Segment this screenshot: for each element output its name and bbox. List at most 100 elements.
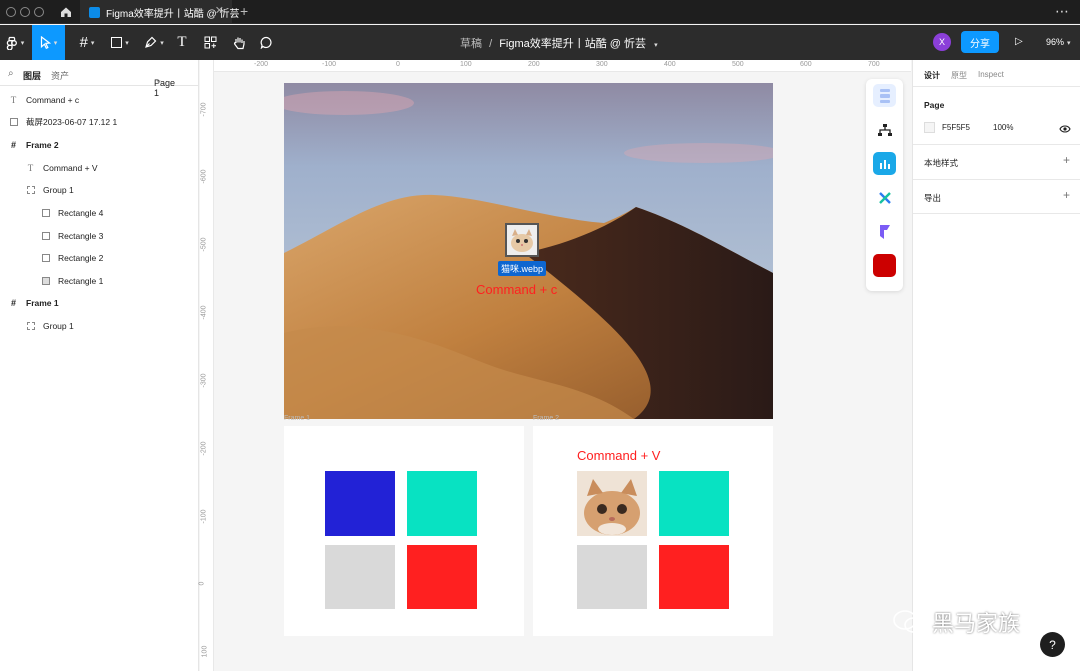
- pen-icon: [145, 36, 157, 48]
- add-style-plus-icon[interactable]: +: [1063, 153, 1070, 167]
- hierarchy-plugin-icon[interactable]: [873, 118, 896, 141]
- window-zoom-button[interactable]: [34, 7, 44, 17]
- new-tab-button[interactable]: +: [240, 3, 248, 19]
- blue-rectangle[interactable]: [325, 471, 395, 536]
- frame-icon: #: [79, 34, 88, 51]
- share-button[interactable]: 分享: [961, 31, 999, 53]
- avatar[interactable]: X: [933, 33, 951, 51]
- gray-rectangle[interactable]: [577, 545, 647, 609]
- window-minimize-button[interactable]: [20, 7, 30, 17]
- breadcrumb: 草稿 / Figma效率提升丨站酷 @ 忻芸 ▾: [460, 38, 658, 50]
- tab-layers[interactable]: 图层: [23, 69, 41, 82]
- frame-1-label[interactable]: Frame 1: [284, 415, 310, 422]
- cat-image-drag-preview[interactable]: [505, 223, 539, 257]
- layer-row[interactable]: 截屏2023-06-07 17.12 1: [8, 115, 117, 129]
- comment-icon: [260, 36, 272, 49]
- layer-row[interactable]: # Frame 1: [8, 296, 59, 310]
- breadcrumb-project[interactable]: 草稿: [460, 38, 482, 50]
- dragged-file-label: 猫咪.webp: [498, 261, 547, 276]
- f-plugin-icon[interactable]: [873, 220, 896, 243]
- rectangle-layer-icon: [40, 209, 51, 217]
- page-color-value[interactable]: F5F5F5: [942, 123, 970, 132]
- frame-layer-icon: #: [10, 298, 16, 308]
- main-menu-button[interactable]: ▾: [0, 25, 30, 60]
- layer-row[interactable]: Group 1: [25, 319, 74, 333]
- text-layer-icon: T: [10, 95, 17, 105]
- hand-tool-button[interactable]: [229, 25, 249, 60]
- search-icon[interactable]: ⌕: [8, 68, 14, 79]
- x-plugin-icon[interactable]: [873, 186, 896, 209]
- toolbar: ▾ ▾ # ▾ ▾ ▾ T 草稿 / Figma效率提升丨站酷 @ 忻芸 ▾: [0, 25, 1080, 60]
- cat-image-rectangle[interactable]: [577, 471, 647, 536]
- window-close-button[interactable]: [6, 7, 16, 17]
- resources-tool-button[interactable]: [200, 25, 220, 60]
- layers-panel: ⌕ 图层 资产 Page 1 ▾ T Command + c 截屏2023-06-0…: [0, 60, 199, 671]
- text-icon: T: [177, 34, 187, 50]
- page-color-swatch[interactable]: [924, 122, 935, 133]
- red-rectangle[interactable]: [407, 545, 477, 609]
- red-rectangle[interactable]: [659, 545, 729, 609]
- layer-row[interactable]: Rectangle 2: [40, 251, 103, 265]
- tab-inspect[interactable]: Inspect: [978, 70, 1004, 79]
- chart-plugin-icon[interactable]: [873, 152, 896, 175]
- breadcrumb-file-name[interactable]: Figma效率提升丨站酷 @ 忻芸: [499, 38, 646, 50]
- title-bar: Figma效率提升丨站酷 @ 忻芸 ✕ + ⋯: [0, 0, 1080, 24]
- frame-1[interactable]: [284, 426, 524, 636]
- wechat-icon: [893, 610, 924, 633]
- move-tool-button[interactable]: ▾: [32, 25, 65, 60]
- add-export-plus-icon[interactable]: +: [1063, 188, 1070, 202]
- shape-tool-button[interactable]: ▾: [105, 25, 135, 60]
- tab-design[interactable]: 设计: [924, 70, 940, 81]
- layer-row[interactable]: T Command + V: [25, 161, 98, 175]
- group-layer-icon: [25, 322, 36, 330]
- layout-plugin-icon[interactable]: [873, 84, 896, 107]
- pen-tool-button[interactable]: ▾: [139, 25, 169, 60]
- help-button[interactable]: ?: [1040, 632, 1065, 657]
- layer-row[interactable]: T Command + c: [8, 93, 79, 107]
- properties-panel: 设计 原型 Inspect Page F5F5F5 100% 本地样式 + 导出…: [912, 60, 1080, 671]
- image-layer-icon: [8, 118, 19, 126]
- gray-rectangle[interactable]: [325, 545, 395, 609]
- chevron-down-icon[interactable]: ▾: [654, 42, 658, 49]
- command-c-text[interactable]: Command + c: [476, 282, 557, 297]
- layer-row[interactable]: Rectangle 4: [40, 206, 103, 220]
- rectangle-layer-icon: [40, 232, 51, 240]
- resources-icon: [204, 36, 216, 49]
- present-play-icon[interactable]: ▷: [1015, 36, 1023, 47]
- layer-row[interactable]: Rectangle 1: [40, 274, 103, 288]
- frame-layer-icon: #: [10, 140, 16, 150]
- rectangle-layer-icon: [40, 254, 51, 262]
- zoom-level[interactable]: 96% ▾: [1046, 37, 1071, 47]
- tab-assets[interactable]: 资产: [51, 69, 69, 82]
- watermark: 黑马家族: [892, 606, 1020, 638]
- tab-prototype[interactable]: 原型: [951, 70, 967, 81]
- file-tab[interactable]: Figma效率提升丨站酷 @ 忻芸 ✕: [80, 0, 240, 24]
- page-opacity-value[interactable]: 100%: [993, 123, 1013, 132]
- layer-row[interactable]: Group 1: [25, 183, 74, 197]
- vertical-ruler: -700 -600 -500 -400 -300 -200 -100 0 100: [198, 60, 214, 671]
- text-layer-icon: T: [27, 163, 34, 173]
- image-layer-icon: [40, 277, 51, 285]
- page-section-title: Page: [924, 100, 945, 110]
- frame-tool-button[interactable]: # ▾: [72, 25, 102, 60]
- figma-file-icon: [89, 6, 100, 18]
- teal-rectangle[interactable]: [407, 471, 477, 536]
- cursor-icon: [40, 36, 51, 49]
- comment-tool-button[interactable]: [256, 25, 276, 60]
- more-options-icon[interactable]: ⋯: [1055, 3, 1070, 20]
- home-icon[interactable]: [55, 0, 77, 24]
- command-v-text[interactable]: Command + V: [577, 448, 660, 463]
- text-tool-button[interactable]: T: [172, 25, 192, 60]
- layer-row[interactable]: # Frame 2: [8, 138, 59, 152]
- horizontal-ruler: -200 -100 0 100 200 300 400 500 600 700: [214, 60, 911, 72]
- frame-2-label[interactable]: Frame 2: [533, 415, 559, 422]
- rectangle-icon: [111, 37, 123, 48]
- close-tab-icon[interactable]: ✕: [215, 6, 224, 17]
- layer-row[interactable]: Rectangle 3: [40, 229, 103, 243]
- group-layer-icon: [25, 186, 36, 194]
- red-plugin-icon[interactable]: [873, 254, 896, 277]
- local-styles-section-title: 本地样式: [924, 158, 959, 168]
- plugin-toolbar: [866, 79, 903, 291]
- eye-icon[interactable]: [1059, 121, 1071, 139]
- teal-rectangle[interactable]: [659, 471, 729, 536]
